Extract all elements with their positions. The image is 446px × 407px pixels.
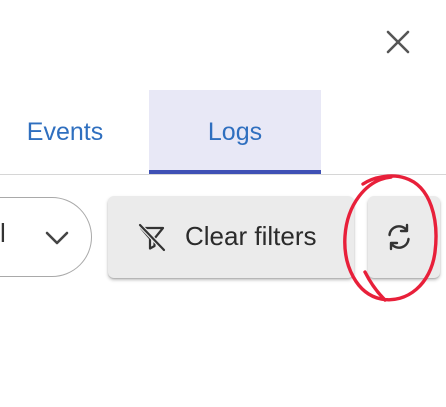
tab-events-label: Events <box>26 117 104 146</box>
close-icon <box>386 30 410 54</box>
close-button[interactable] <box>378 22 418 62</box>
clear-filters-label: Clear filters <box>185 221 317 251</box>
tabs-divider <box>0 174 446 175</box>
clear-filters-button[interactable]: Clear filters <box>108 196 354 278</box>
level-select[interactable]: l <box>0 197 92 277</box>
filter-off-icon <box>137 222 167 253</box>
tab-logs[interactable]: Logs <box>149 90 321 174</box>
page: Events Logs l Clear filters <box>0 0 446 407</box>
tab-bar: Events Logs <box>0 90 446 176</box>
tab-logs-label: Logs <box>207 117 263 146</box>
chevron-down-icon <box>45 231 69 245</box>
refresh-icon <box>388 223 410 251</box>
level-select-value: l <box>0 218 6 248</box>
tab-events[interactable]: Events <box>0 90 130 174</box>
refresh-button[interactable] <box>368 196 440 278</box>
